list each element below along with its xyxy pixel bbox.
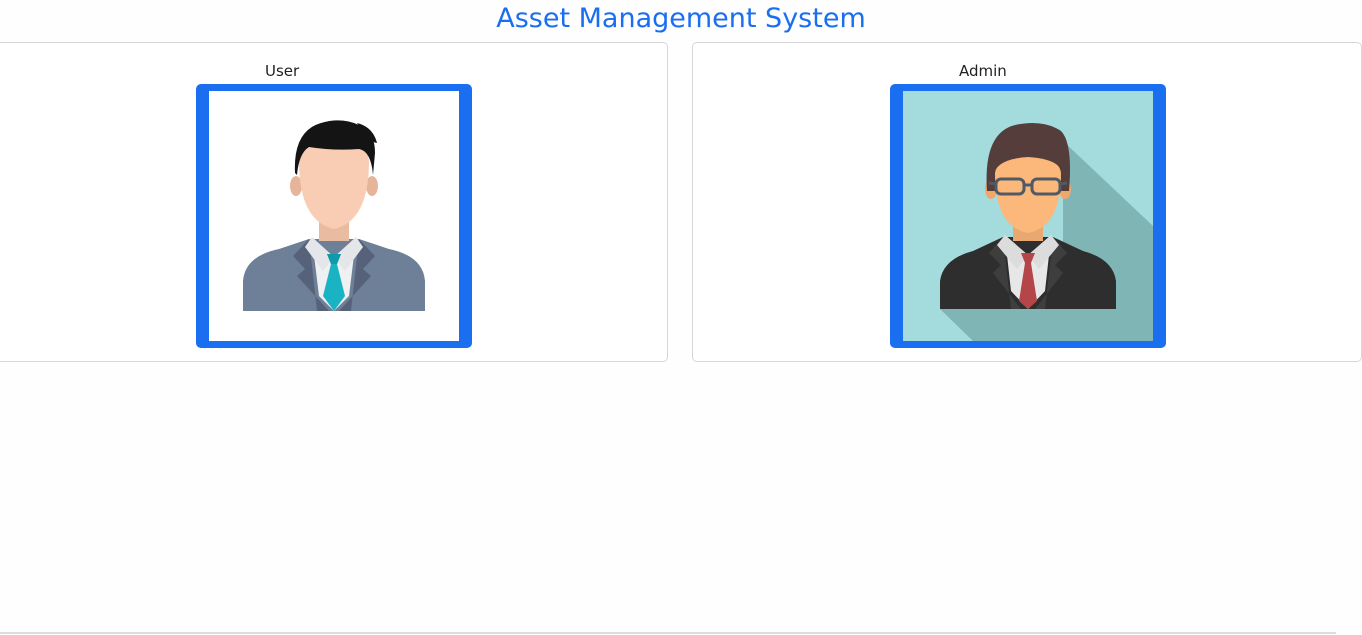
admin-card-label: Admin [959, 62, 1007, 80]
page-title: Asset Management System [496, 3, 866, 34]
admin-card: Admin [692, 42, 1362, 362]
admin-avatar-icon [903, 91, 1153, 341]
user-card-label: User [265, 62, 300, 80]
bottom-divider [0, 632, 1336, 634]
page: Asset Management System User Admin [0, 0, 1362, 635]
admin-login-button[interactable] [890, 84, 1166, 348]
user-card: User [0, 42, 668, 362]
user-login-button[interactable] [196, 84, 472, 348]
user-avatar-icon [209, 91, 459, 341]
